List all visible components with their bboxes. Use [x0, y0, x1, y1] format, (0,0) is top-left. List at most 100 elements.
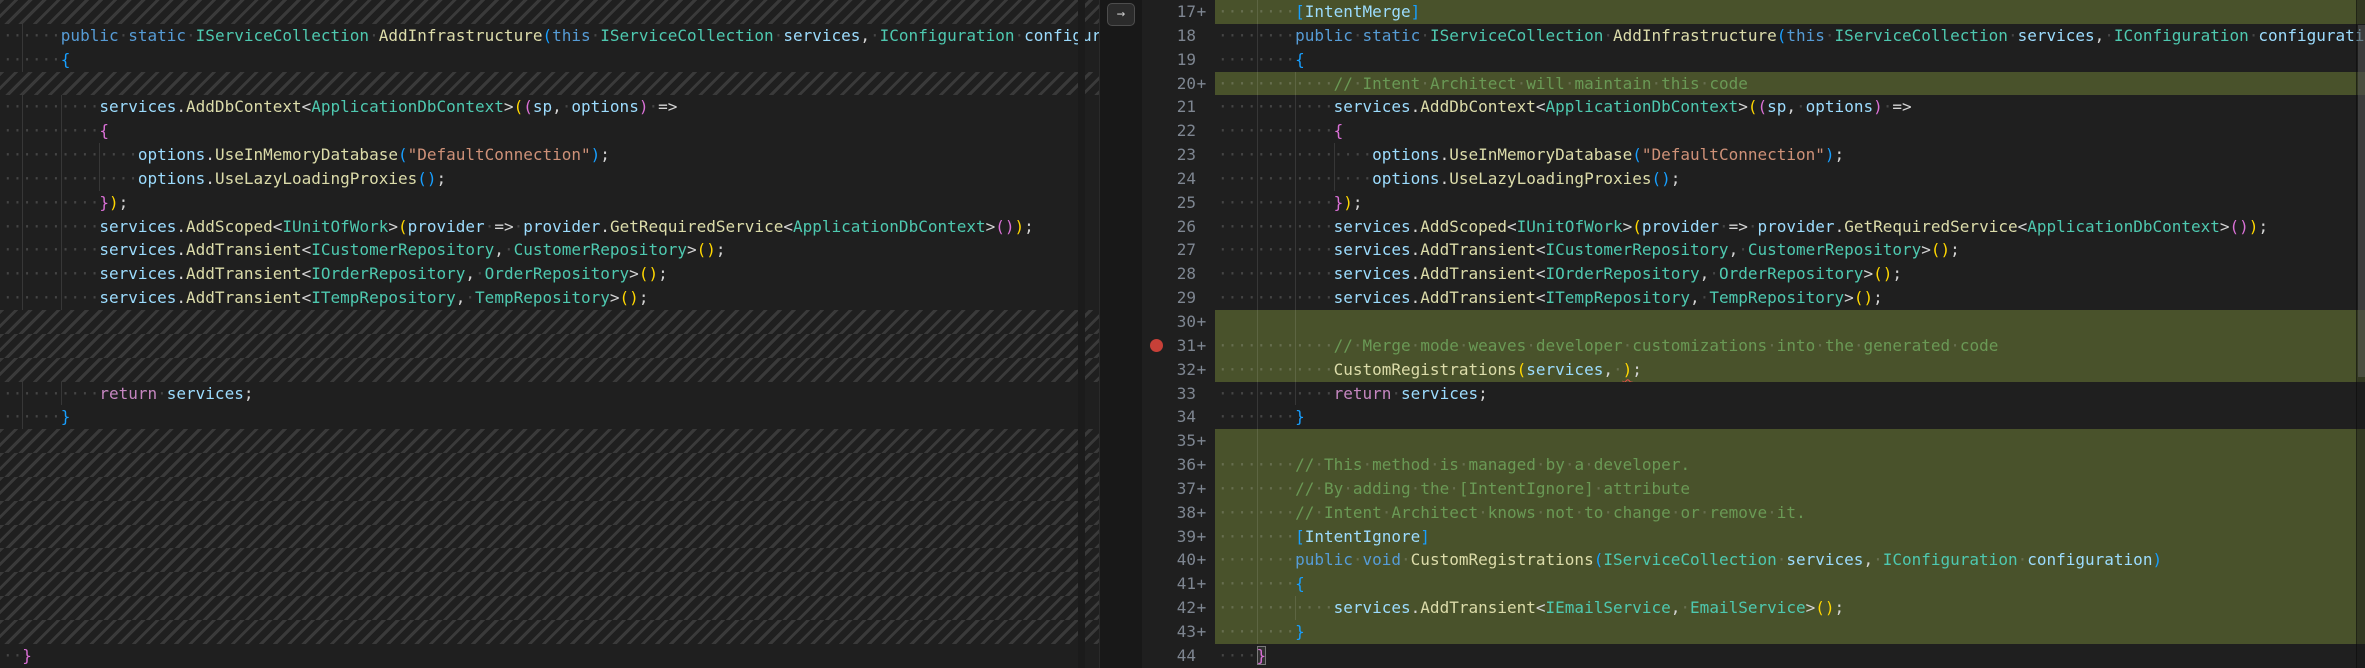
- code-text[interactable]: ············});: [1215, 190, 2365, 215]
- glyph-margin[interactable]: [1142, 644, 1168, 668]
- code-line[interactable]: 31 + ············//·Merge·mode·weaves·deve…: [1142, 333, 2365, 358]
- line-number[interactable]: 31: [1168, 334, 1196, 358]
- line-number[interactable]: 29: [1168, 286, 1196, 310]
- glyph-margin[interactable]: [1142, 382, 1168, 406]
- code-line[interactable]: 40 + ········public·void·CustomRegistratio…: [1142, 548, 2365, 573]
- code-line[interactable]: 35 +: [1142, 429, 2365, 454]
- code-text[interactable]: ··············options.UseLazyLoadingProx…: [0, 166, 1099, 191]
- glyph-margin[interactable]: [1142, 405, 1168, 429]
- diff-sash[interactable]: →: [1099, 0, 1143, 668]
- code-line[interactable]: ··········return·services;: [0, 381, 1099, 406]
- line-number[interactable]: 43: [1168, 620, 1196, 644]
- code-text[interactable]: ········//·This·method·is·managed·by·a·d…: [1215, 453, 2365, 477]
- code-line[interactable]: ··········{: [0, 119, 1099, 144]
- code-line[interactable]: 33 ············return·services;: [1142, 381, 2365, 406]
- code-text[interactable]: ········{: [1215, 47, 2365, 72]
- code-text[interactable]: [1215, 309, 2365, 334]
- code-text[interactable]: ············return·services;: [1215, 381, 2365, 406]
- code-text[interactable]: ··········services.AddDbContext<Applicat…: [0, 95, 1099, 120]
- code-line[interactable]: ··}: [0, 644, 1099, 668]
- code-text[interactable]: ··········{: [0, 119, 1099, 144]
- code-line[interactable]: 36 + ········//·This·method·is·managed·by·…: [1142, 453, 2365, 477]
- glyph-margin[interactable]: [1142, 215, 1168, 239]
- code-line[interactable]: 30 +: [1142, 309, 2365, 334]
- glyph-margin[interactable]: [1142, 334, 1168, 358]
- code-text[interactable]: ············services.AddTransient<IOrder…: [1215, 262, 2365, 287]
- code-text[interactable]: ··········services.AddTransient<ICustome…: [0, 238, 1099, 263]
- code-line[interactable]: ··········services.AddScoped<IUnitOfWork…: [0, 214, 1099, 239]
- code-line[interactable]: ······{: [0, 47, 1099, 72]
- code-text[interactable]: ··········return·services;: [0, 381, 1099, 406]
- glyph-margin[interactable]: [1142, 358, 1168, 382]
- line-number[interactable]: 42: [1168, 596, 1196, 620]
- code-text[interactable]: ············services.AddScoped<IUnitOfWo…: [1215, 214, 2365, 239]
- code-text[interactable]: ····}: [1215, 644, 2365, 668]
- glyph-margin[interactable]: [1142, 620, 1168, 644]
- code-line[interactable]: 41 + ········{: [1142, 572, 2365, 597]
- code-line[interactable]: 43 + ········}: [1142, 619, 2365, 644]
- original-code-pane[interactable]: ······public·static·IServiceCollection·A…: [0, 0, 1099, 668]
- code-line[interactable]: 27 ············services.AddTransient<ICus…: [1142, 238, 2365, 263]
- code-line[interactable]: ··········services.AddTransient<ICustome…: [0, 238, 1099, 263]
- line-number[interactable]: 30: [1168, 310, 1196, 334]
- glyph-margin[interactable]: [1142, 596, 1168, 620]
- scrollbar-thumb[interactable]: [2358, 25, 2365, 377]
- code-line[interactable]: 19 ········{: [1142, 47, 2365, 72]
- code-line[interactable]: 17 + ········[IntentMerge]: [1142, 0, 2365, 24]
- glyph-margin[interactable]: [1142, 262, 1168, 286]
- code-text[interactable]: ······}: [0, 405, 1099, 430]
- code-line[interactable]: ··········services.AddTransient<ITempRep…: [0, 286, 1099, 310]
- code-line[interactable]: 44 ····}: [1142, 644, 2365, 668]
- line-number[interactable]: 27: [1168, 238, 1196, 262]
- code-line[interactable]: 28 ············services.AddTransient<IOrd…: [1142, 262, 2365, 287]
- code-text[interactable]: ······{: [0, 47, 1099, 72]
- glyph-margin[interactable]: [1142, 286, 1168, 310]
- code-line[interactable]: 39 + ········[IntentIgnore]: [1142, 524, 2365, 549]
- code-line[interactable]: 20 + ············//·Intent·Architect·will·…: [1142, 71, 2365, 96]
- code-line[interactable]: ······}: [0, 405, 1099, 430]
- glyph-margin[interactable]: [1142, 191, 1168, 215]
- modified-code-pane[interactable]: 17 + ········[IntentMerge] 18 ········public…: [1142, 0, 2365, 668]
- revert-arrow-button[interactable]: →: [1107, 3, 1135, 26]
- code-line[interactable]: 32 + ············CustomRegistrations(servi…: [1142, 357, 2365, 382]
- code-text[interactable]: ········}: [1215, 619, 2365, 644]
- code-text[interactable]: ········[IntentMerge]: [1215, 0, 2365, 24]
- code-text[interactable]: ············//·Intent·Architect·will·mai…: [1215, 71, 2365, 96]
- code-line[interactable]: 22 ············{: [1142, 119, 2365, 144]
- code-text[interactable]: [1215, 429, 2365, 454]
- code-text[interactable]: ··········services.AddScoped<IUnitOfWork…: [0, 214, 1099, 239]
- line-number[interactable]: 28: [1168, 262, 1196, 286]
- code-text[interactable]: ········{: [1215, 572, 2365, 597]
- code-line[interactable]: 42 + ············services.AddTransient<IEm…: [1142, 596, 2365, 620]
- code-text[interactable]: ············//·Merge·mode·weaves·develop…: [1215, 333, 2365, 358]
- glyph-margin[interactable]: [1142, 572, 1168, 596]
- glyph-margin[interactable]: [1142, 429, 1168, 453]
- code-line[interactable]: ··········services.AddTransient<IOrderRe…: [0, 262, 1099, 287]
- vertical-scrollbar[interactable]: [2356, 0, 2365, 668]
- glyph-margin[interactable]: [1142, 48, 1168, 72]
- code-text[interactable]: ······public·static·IServiceCollection·A…: [0, 23, 1099, 48]
- code-line[interactable]: 29 ············services.AddTransient<ITem…: [1142, 286, 2365, 310]
- code-text[interactable]: ········[IntentIgnore]: [1215, 524, 2365, 549]
- glyph-margin[interactable]: [1142, 453, 1168, 477]
- glyph-margin[interactable]: [1142, 167, 1168, 191]
- code-line[interactable]: 37 + ········//·By·adding·the·[IntentIgnor…: [1142, 476, 2365, 501]
- line-number[interactable]: 35: [1168, 429, 1196, 453]
- code-text[interactable]: ········public·void·CustomRegistrations(…: [1215, 548, 2365, 573]
- code-text[interactable]: ············CustomRegistrations(services…: [1215, 357, 2365, 382]
- code-line[interactable]: 38 + · · · · · · · ·//·Intent·Architect·knows·not…: [1142, 500, 2365, 525]
- line-number[interactable]: 19: [1168, 48, 1196, 72]
- code-text[interactable]: ··············options.UseInMemoryDatabas…: [0, 143, 1099, 167]
- glyph-margin[interactable]: [1142, 72, 1168, 96]
- line-number[interactable]: 39: [1168, 525, 1196, 549]
- code-line[interactable]: 25 ············});: [1142, 190, 2365, 215]
- line-number[interactable]: 33: [1168, 382, 1196, 406]
- code-text[interactable]: ··········});: [0, 190, 1099, 215]
- glyph-margin[interactable]: [1142, 477, 1168, 501]
- code-text[interactable]: ················options.UseInMemoryDatab…: [1215, 143, 2365, 167]
- line-number[interactable]: 17: [1168, 0, 1196, 24]
- glyph-margin[interactable]: [1142, 119, 1168, 143]
- glyph-margin[interactable]: [1142, 525, 1168, 549]
- code-line[interactable]: 26 ············services.AddScoped<IUnitOf…: [1142, 214, 2365, 239]
- line-number[interactable]: 37: [1168, 477, 1196, 501]
